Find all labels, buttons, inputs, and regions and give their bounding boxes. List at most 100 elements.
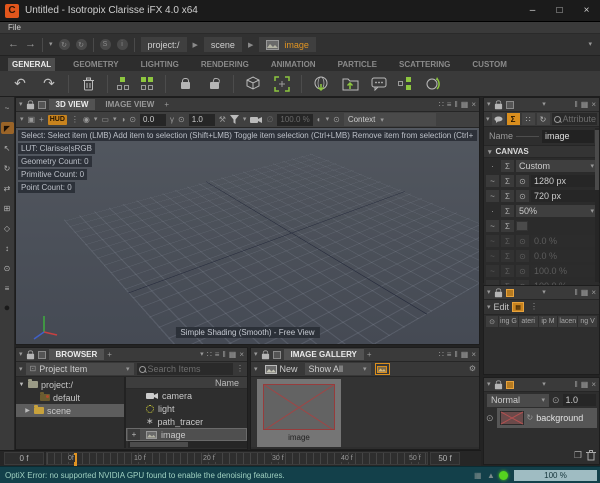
- navigate-icon[interactable]: +: [39, 116, 44, 124]
- edit-caret-icon[interactable]: ▾: [487, 304, 491, 311]
- column-shading-group[interactable]: ing G: [499, 316, 518, 327]
- panel-pin-icon[interactable]: [273, 351, 281, 359]
- exposure-icon[interactable]: ◑: [121, 116, 126, 124]
- delete-layer-icon[interactable]: [586, 450, 596, 461]
- layout-grid-icon[interactable]: ∷: [439, 101, 444, 109]
- sigma-icon[interactable]: Σ: [501, 205, 514, 217]
- height-field[interactable]: 720 px: [531, 190, 597, 202]
- opacity-value[interactable]: 1.0: [563, 394, 596, 406]
- gallery-caret-icon[interactable]: ▾: [254, 366, 258, 373]
- comment-bubble-icon[interactable]: [492, 113, 505, 125]
- browser-caret-icon[interactable]: ▾: [19, 366, 23, 373]
- close-panel-icon[interactable]: ×: [239, 351, 244, 359]
- eye-icon[interactable]: ⊙: [516, 190, 529, 202]
- pivot-tool-icon[interactable]: ⊞: [1, 202, 14, 214]
- list-item-light[interactable]: light: [126, 402, 247, 415]
- redo-icon[interactable]: ↷: [39, 74, 59, 94]
- tree-item-project[interactable]: ▼ project:/: [16, 378, 124, 391]
- expression-sigma-button[interactable]: Σ: [507, 113, 520, 125]
- column-clip-map[interactable]: ip M: [539, 316, 558, 327]
- tree-item-scene[interactable]: ▶ scene: [16, 404, 124, 417]
- layout-table-icon[interactable]: ▦: [581, 381, 589, 389]
- localize-icon[interactable]: ∷: [522, 113, 535, 125]
- column-shading-vars[interactable]: ng V: [578, 316, 597, 327]
- attribute-search-input[interactable]: Attribute: [552, 113, 597, 125]
- browser-search-input[interactable]: Search Items: [137, 363, 233, 375]
- eye-icon[interactable]: ⊙: [516, 175, 529, 187]
- target-tool-icon[interactable]: ⊙: [1, 262, 14, 274]
- instantiate-icon[interactable]: [117, 77, 132, 91]
- layout-cols-icon[interactable]: ‖: [454, 101, 457, 109]
- duplicate-icon[interactable]: [141, 77, 156, 91]
- snap-tool-icon[interactable]: ◇: [1, 222, 14, 234]
- list-item-camera[interactable]: camera: [126, 389, 247, 402]
- panel-pin-icon[interactable]: [38, 351, 46, 359]
- sigma-icon[interactable]: Σ: [501, 175, 514, 187]
- panel-menu-caret-icon[interactable]: ▾: [542, 289, 546, 296]
- panel-menu-caret-icon[interactable]: ▾: [200, 351, 204, 358]
- tree-item-default[interactable]: default: [16, 391, 124, 404]
- column-displacement[interactable]: lacen: [558, 316, 577, 327]
- select-tool-icon[interactable]: ◤: [1, 122, 14, 134]
- layout-table-icon[interactable]: ▦: [461, 351, 469, 359]
- list-item-path-tracer[interactable]: ∗ path_tracer: [126, 415, 247, 428]
- breadcrumb-project[interactable]: project:/: [141, 37, 187, 52]
- export-context-icon[interactable]: [340, 74, 360, 94]
- delete-icon[interactable]: [78, 74, 98, 94]
- node-icon[interactable]: [398, 77, 413, 91]
- layout-grid-icon[interactable]: ∷: [207, 351, 212, 359]
- preview-resolution-dropdown[interactable]: 50%▾: [516, 205, 597, 217]
- expand-icon[interactable]: ▶: [24, 407, 31, 414]
- rotate-tool-icon[interactable]: ↻: [1, 162, 14, 174]
- add-tab-icon[interactable]: +: [367, 351, 372, 359]
- timeline-end-field[interactable]: 50 f: [430, 452, 460, 465]
- list-header-name[interactable]: Name: [126, 377, 247, 389]
- sigma-icon[interactable]: Σ: [501, 220, 514, 232]
- new-image-button[interactable]: New: [262, 364, 301, 374]
- nav-back-icon[interactable]: ←: [8, 39, 19, 50]
- minimize-button[interactable]: –: [519, 0, 546, 22]
- panel-menu-caret-icon[interactable]: ▾: [542, 381, 546, 388]
- curve-icon[interactable]: ~: [486, 220, 499, 232]
- gamma-icon[interactable]: γ: [170, 116, 174, 124]
- render-camera-icon[interactable]: [250, 116, 262, 124]
- exposure-eye-icon[interactable]: ⊙: [129, 115, 136, 124]
- show-filter-dropdown[interactable]: Show All▾: [305, 363, 371, 375]
- timeline-ruler[interactable]: 0f 10 f 20 f 30 f 40 f 50 f: [46, 452, 428, 465]
- log-icon[interactable]: ▦: [474, 471, 482, 480]
- nav-history-caret-icon[interactable]: ▾: [49, 41, 53, 48]
- layout-table-icon[interactable]: ▦: [229, 351, 237, 359]
- close-panel-icon[interactable]: ×: [591, 101, 596, 109]
- tab-image-gallery[interactable]: IMAGE GALLERY: [284, 349, 364, 360]
- add-tab-icon[interactable]: +: [107, 351, 112, 359]
- gallery-thumbnail-image[interactable]: image: [257, 379, 341, 447]
- list-item-image[interactable]: + image: [126, 428, 247, 441]
- shading-caret-icon[interactable]: ▾: [326, 116, 330, 123]
- list-horizontal-scrollbar[interactable]: [128, 441, 247, 448]
- exposure-value[interactable]: 0.0: [140, 114, 166, 126]
- camera-caret-icon[interactable]: ▾: [94, 116, 98, 123]
- layer-refresh-icon[interactable]: ↻: [527, 414, 534, 422]
- display-mode-icon[interactable]: ▭: [101, 116, 109, 124]
- panel-lock-icon[interactable]: [26, 354, 33, 360]
- filter-icon[interactable]: [230, 115, 239, 124]
- unlock-icon[interactable]: [204, 74, 224, 94]
- fit-view-icon[interactable]: [272, 74, 292, 94]
- panel-caret-icon[interactable]: ▾: [19, 351, 23, 358]
- shelf-tab-geometry[interactable]: GEOMETRY: [69, 58, 122, 71]
- isolate-icon[interactable]: [422, 74, 442, 94]
- sigma-icon[interactable]: Σ: [501, 190, 514, 202]
- undo-icon[interactable]: ↶: [10, 74, 30, 94]
- shelf-tab-custom[interactable]: CUSTOM: [468, 58, 511, 71]
- shelf-tab-general[interactable]: GENERAL: [8, 58, 55, 71]
- add-tab-icon[interactable]: +: [164, 101, 169, 109]
- shelf-tab-scattering[interactable]: SCATTERING: [395, 58, 454, 71]
- sphere-tool-icon[interactable]: ●: [1, 302, 14, 314]
- panel-pin-icon[interactable]: [506, 381, 514, 389]
- menu-file[interactable]: File: [8, 23, 21, 32]
- panel-menu-caret-icon[interactable]: ▾: [542, 101, 546, 108]
- layout-cols-icon[interactable]: ‖: [574, 381, 577, 389]
- display-caret-icon[interactable]: ▾: [113, 116, 117, 123]
- shading-table-icon[interactable]: ▦: [512, 302, 524, 312]
- tab-image-view[interactable]: IMAGE VIEW: [98, 99, 161, 110]
